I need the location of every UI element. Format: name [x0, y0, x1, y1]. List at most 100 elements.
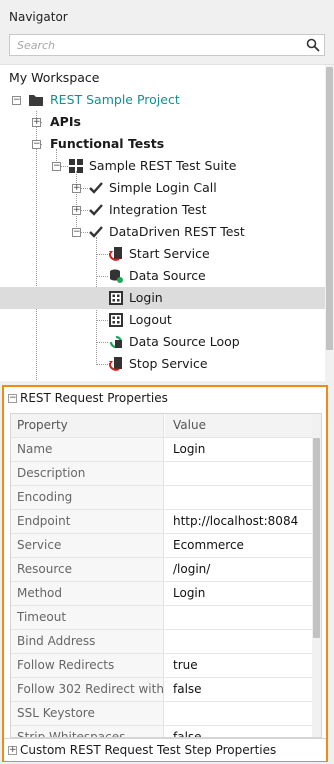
property-name-cell: Description	[11, 462, 164, 485]
collapse-toggle-icon[interactable]: −	[72, 228, 81, 237]
tree-item-test-suite[interactable]: − Sample REST Test Suite	[0, 155, 325, 177]
table-row[interactable]: Description	[11, 462, 312, 486]
property-value-cell[interactable]: false	[165, 726, 312, 737]
tree-item-apis[interactable]: + APIs	[0, 111, 325, 133]
property-value-cell[interactable]: /login/	[165, 558, 312, 581]
step-label: Data Source Loop	[129, 334, 240, 349]
expand-toggle-icon[interactable]: +	[8, 746, 17, 755]
test-case-label: Simple Login Call	[109, 180, 217, 195]
step-label: Stop Service	[129, 356, 208, 371]
table-row[interactable]: Follow 302 Redirect with ... false	[11, 678, 312, 702]
property-name-cell: Method	[11, 582, 164, 605]
stop-service-icon	[108, 357, 122, 371]
property-name-cell: Encoding	[11, 486, 164, 509]
apis-label: APIs	[50, 114, 81, 129]
navigator-title: Navigator	[9, 10, 68, 24]
collapse-toggle-icon[interactable]: −	[8, 394, 17, 403]
collapse-toggle-icon[interactable]: −	[12, 96, 21, 105]
column-header-property[interactable]: Property	[11, 414, 164, 437]
expand-toggle-icon[interactable]: +	[72, 184, 81, 193]
table-row[interactable]: Timeout	[11, 606, 312, 630]
folder-icon	[29, 95, 43, 106]
table-row[interactable]: Method Login	[11, 582, 312, 606]
property-name-cell: Bind Address	[11, 630, 164, 653]
property-value-cell[interactable]: Ecommerce	[165, 534, 312, 557]
property-value-cell[interactable]	[165, 606, 312, 629]
functional-tests-label: Functional Tests	[50, 136, 165, 151]
properties-scroll-thumb[interactable]	[313, 438, 320, 638]
property-name-cell: SSL Keystore	[11, 702, 164, 725]
checkmark-icon	[89, 182, 103, 194]
test-case-label: DataDriven REST Test	[109, 224, 245, 239]
property-value-cell[interactable]: true	[165, 654, 312, 677]
checkmark-icon	[89, 204, 103, 216]
step-label: Login	[129, 290, 163, 305]
project-label: REST Sample Project	[50, 92, 180, 107]
properties-header-label: REST Request Properties	[20, 391, 168, 405]
properties-panel: − REST Request Properties Property Value…	[2, 385, 328, 762]
property-name-cell: Endpoint	[11, 510, 164, 533]
search-input[interactable]	[10, 35, 307, 55]
table-row[interactable]: Endpoint http://localhost:8084	[11, 510, 312, 534]
step-label: Start Service	[129, 246, 210, 261]
rest-request-icon	[109, 291, 123, 305]
tree-item-step[interactable]: Start Service	[0, 243, 325, 265]
tree-item-step-selected[interactable]: Login	[0, 287, 325, 309]
property-value-cell[interactable]: false	[165, 678, 312, 701]
properties-header[interactable]: − REST Request Properties	[4, 387, 326, 409]
step-label: Data Source	[129, 268, 206, 283]
tree-item-step[interactable]: Stop Service	[0, 353, 325, 375]
property-value-cell[interactable]	[165, 462, 312, 485]
tree-item-test-case[interactable]: − DataDriven REST Test	[0, 221, 325, 243]
column-header-value[interactable]: Value	[165, 414, 312, 437]
tree-item-functional-tests[interactable]: − Functional Tests	[0, 133, 325, 155]
expand-toggle-icon[interactable]: +	[72, 206, 81, 215]
custom-properties-label: Custom REST Request Test Step Properties	[20, 743, 277, 757]
table-row[interactable]: Name Login	[11, 438, 312, 462]
test-case-label: Integration Test	[109, 202, 207, 217]
data-source-icon	[110, 269, 123, 283]
tree-item-test-case[interactable]: + Simple Login Call	[0, 177, 325, 199]
property-name-cell: Service	[11, 534, 164, 557]
property-value-cell[interactable]: Login	[165, 438, 312, 461]
tree-item-step[interactable]: Data Source Loop	[0, 331, 325, 353]
table-row[interactable]: Strip Whitespaces false	[11, 726, 312, 737]
property-value-cell[interactable]	[165, 702, 312, 725]
collapse-toggle-icon[interactable]: −	[32, 140, 41, 149]
property-name-cell: Follow Redirects	[11, 654, 164, 677]
properties-scrollbar[interactable]	[312, 414, 321, 737]
tree-scroll-thumb[interactable]	[326, 67, 333, 350]
data-source-loop-icon	[109, 335, 123, 349]
table-row[interactable]: Encoding	[11, 486, 312, 510]
tree-item-step[interactable]: Data Source	[0, 265, 325, 287]
step-label: Logout	[129, 312, 172, 327]
search-icon[interactable]	[306, 38, 320, 52]
navigator-tree: My Workspace − REST Sample Project + API…	[0, 64, 334, 382]
table-row[interactable]: Resource/login/	[11, 558, 312, 582]
property-name-cell: Timeout	[11, 606, 164, 629]
rest-request-icon	[109, 313, 123, 327]
table-row[interactable]: Bind Address	[11, 630, 312, 654]
expand-toggle-icon[interactable]: +	[32, 118, 41, 127]
property-value-cell[interactable]: Login	[165, 582, 312, 605]
property-value-cell[interactable]	[165, 630, 312, 653]
tree-item-step[interactable]: Logout	[0, 309, 325, 331]
property-value-cell[interactable]: http://localhost:8084	[165, 510, 312, 533]
tree-item-test-case[interactable]: + Integration Test	[0, 199, 325, 221]
test-suite-grid-icon	[69, 159, 83, 173]
table-row[interactable]: Service Ecommerce	[11, 534, 312, 558]
property-name-cell: Resource	[11, 558, 164, 581]
tree-scrollbar[interactable]	[325, 65, 334, 382]
tree-item-workspace[interactable]: My Workspace	[0, 67, 325, 89]
property-name-cell: Strip Whitespaces	[11, 726, 164, 737]
table-row[interactable]: Follow Redirects true	[11, 654, 312, 678]
property-value-cell[interactable]	[165, 486, 312, 509]
start-service-icon	[108, 247, 122, 261]
search-box[interactable]	[9, 34, 325, 56]
property-name-cell: Name	[11, 438, 164, 461]
table-row[interactable]: SSL Keystore	[11, 702, 312, 726]
property-name-cell: Follow 302 Redirect with ...	[11, 678, 164, 701]
collapse-toggle-icon[interactable]: −	[52, 162, 61, 171]
tree-item-project[interactable]: − REST Sample Project	[0, 89, 325, 111]
custom-properties-section[interactable]: + Custom REST Request Test Step Properti…	[4, 738, 326, 761]
